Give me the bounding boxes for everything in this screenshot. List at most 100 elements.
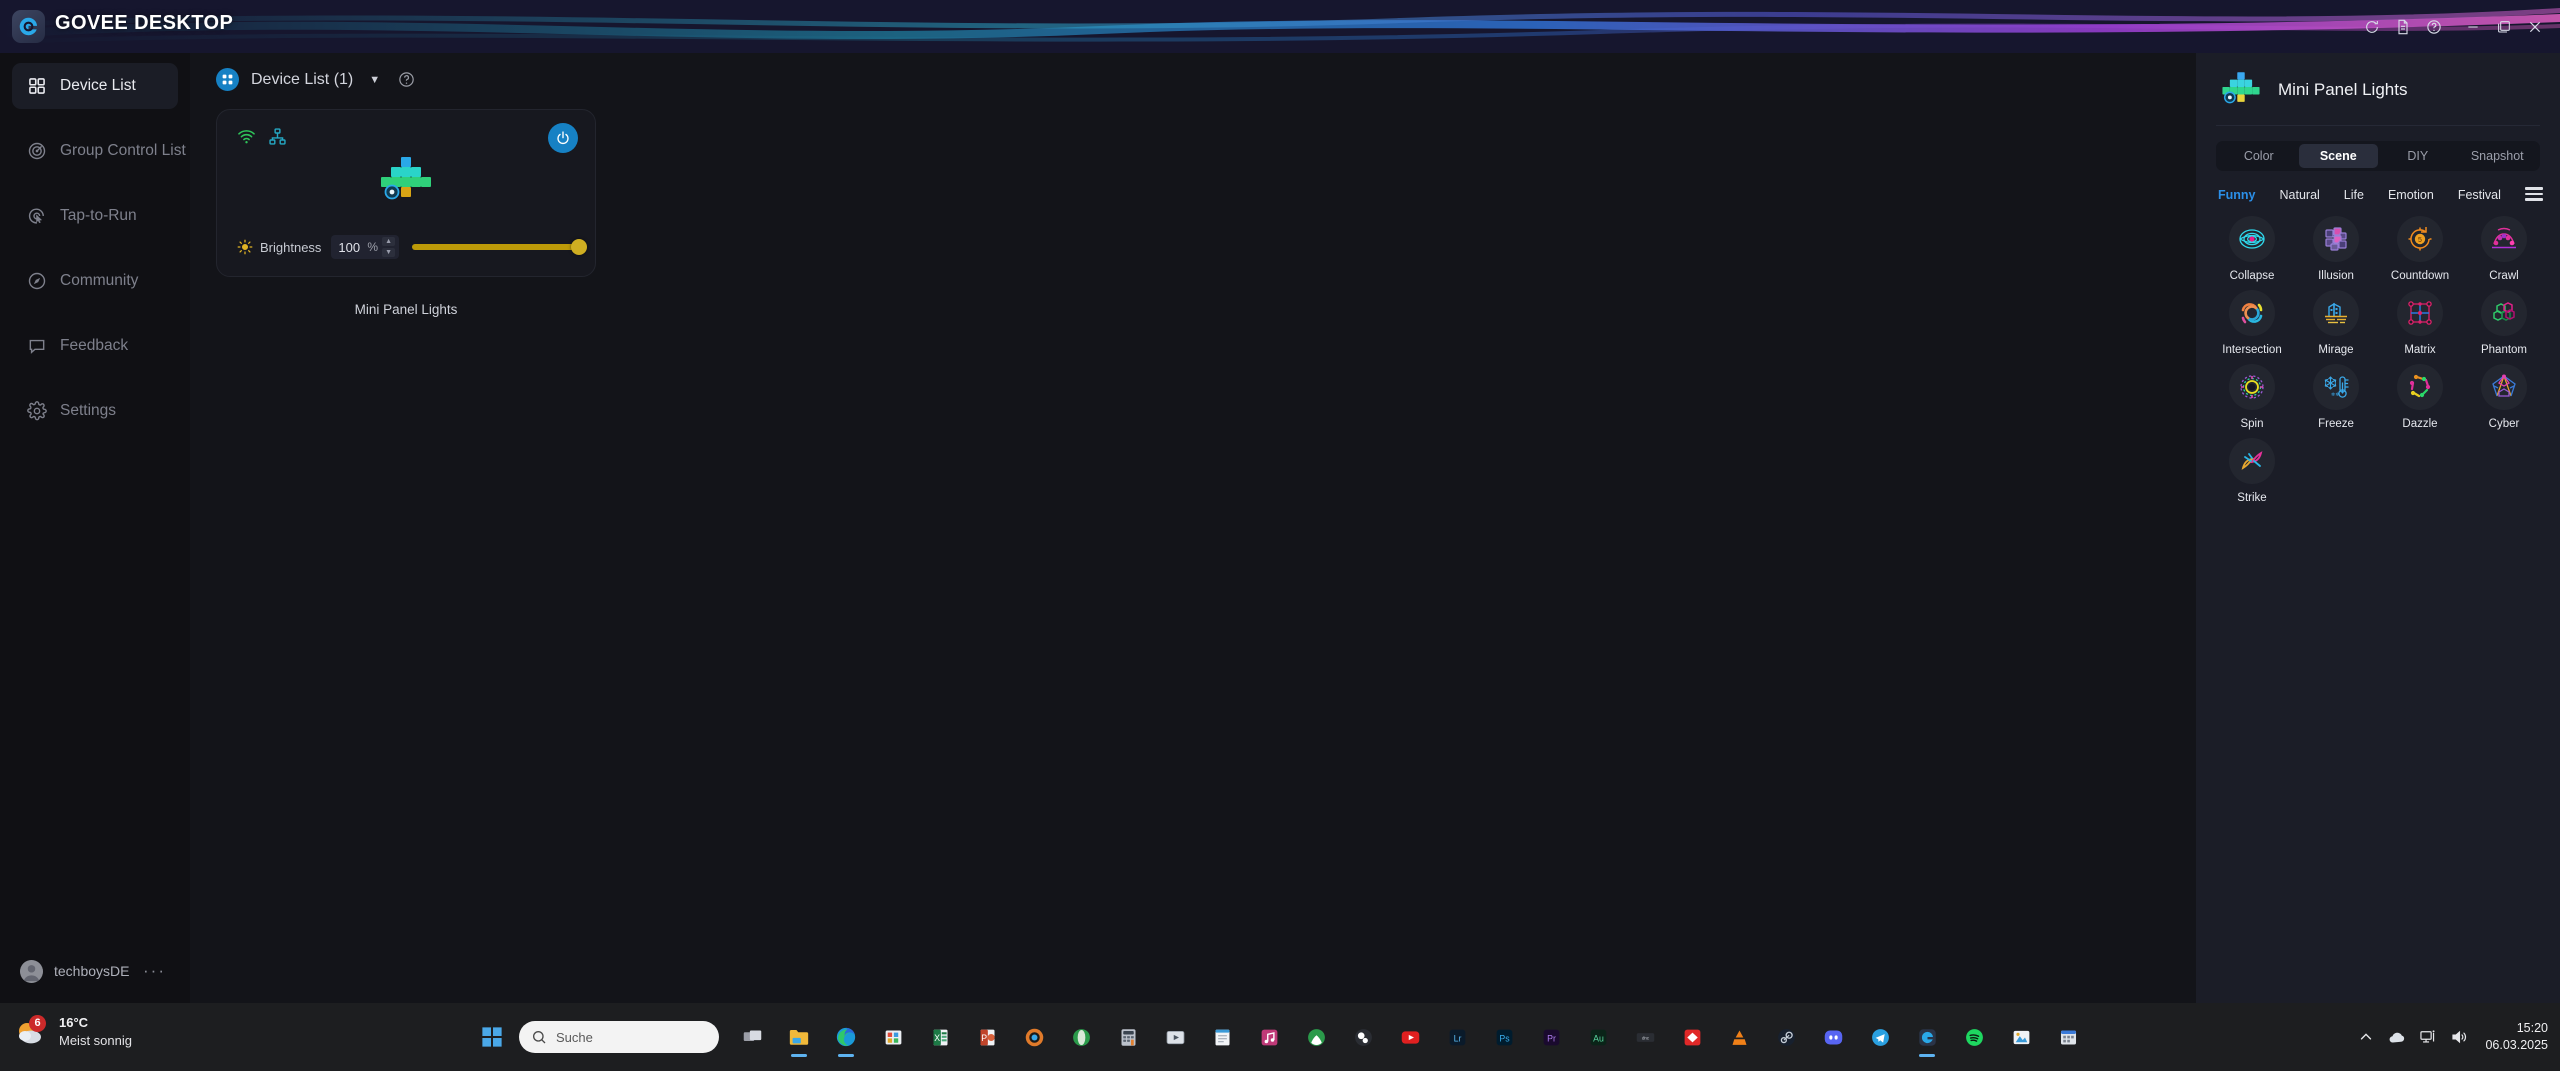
microsoft-store-icon — [885, 1030, 901, 1044]
scene-grid: Collapse Illusion 5 Countdown Crawl Inte… — [2196, 204, 2560, 504]
taskbar-app-file-explorer[interactable] — [779, 1015, 819, 1059]
taskbar-app-photoshop[interactable]: Ps — [1484, 1015, 1524, 1059]
taskbar-app-xbox[interactable] — [1296, 1015, 1336, 1059]
maximize-icon[interactable] — [2488, 7, 2519, 47]
stepper-up-icon[interactable]: ▲ — [382, 237, 396, 246]
tab-scene[interactable]: Scene — [2298, 144, 2378, 168]
category-emotion[interactable]: Emotion — [2388, 188, 2434, 202]
taskbar-app-opera[interactable] — [1061, 1015, 1101, 1059]
user-account[interactable]: techboysDE ··· — [12, 951, 178, 991]
microsoft-excel-icon: X — [933, 1029, 947, 1045]
category-natural[interactable]: Natural — [2280, 188, 2320, 202]
sidebar-item-community[interactable]: Community — [12, 258, 178, 304]
taskbar-app-microsoft-store[interactable] — [873, 1015, 913, 1059]
slider-knob[interactable] — [571, 239, 587, 255]
spotify-app-icon — [1965, 1028, 1983, 1046]
weather-icon: 6 — [14, 1014, 48, 1047]
tab-color[interactable]: Color — [2219, 144, 2299, 168]
taskbar-app-microsoft-edge[interactable] — [826, 1015, 866, 1059]
taskbar-app-task-view[interactable] — [732, 1015, 772, 1059]
scene-dazzle[interactable]: Dazzle — [2378, 363, 2462, 430]
taskbar-app-audition[interactable]: Au — [1578, 1015, 1618, 1059]
scene-label: Strike — [2237, 491, 2267, 504]
taskbar-app-camera[interactable] — [1014, 1015, 1054, 1059]
network-icon[interactable] — [2419, 1028, 2437, 1046]
taskbar-app-music[interactable] — [1249, 1015, 1289, 1059]
sidebar-item-label: Feedback — [60, 337, 129, 354]
user-avatar-icon — [20, 959, 43, 983]
scene-strike[interactable]: Strike — [2210, 437, 2294, 504]
taskbar-app-discord[interactable] — [1813, 1015, 1853, 1059]
sidebar-item-group-control-list[interactable]: Group Control List — [12, 128, 186, 174]
sidebar-item-settings[interactable]: Settings — [12, 388, 178, 434]
scene-label: Countdown — [2390, 269, 2450, 282]
search-input[interactable]: Suche — [519, 1021, 719, 1053]
collapse-icon — [2229, 215, 2275, 262]
scene-collapse[interactable]: Collapse — [2210, 215, 2294, 282]
scene-countdown[interactable]: 5 Countdown — [2378, 215, 2462, 282]
scene-freeze[interactable]: ❄❄ Freeze — [2294, 363, 2378, 430]
taskbar-app-notepad[interactable] — [1202, 1015, 1242, 1059]
tab-diy[interactable]: DIY — [2378, 144, 2458, 168]
taskbar-app-lightroom[interactable]: Lr — [1437, 1015, 1477, 1059]
scene-spin[interactable]: Spin — [2210, 363, 2294, 430]
taskbar-app-govee-desktop[interactable] — [1907, 1015, 1947, 1059]
onedrive-icon[interactable] — [2388, 1028, 2406, 1046]
taskbar-app-steam[interactable] — [1766, 1015, 1806, 1059]
taskbar-app-davinci-resolve[interactable]: dnc — [1625, 1015, 1665, 1059]
brightness-spinner[interactable]: ▲ ▼ — [382, 237, 396, 257]
close-icon[interactable] — [2519, 7, 2550, 47]
volume-icon[interactable] — [2450, 1028, 2468, 1046]
taskbar-app-video-editor[interactable] — [1155, 1015, 1195, 1059]
taskbar-app-microsoft-excel[interactable]: X — [920, 1015, 960, 1059]
taskbar-app-vlc[interactable] — [1719, 1015, 1759, 1059]
taskbar-app-telegram[interactable] — [1860, 1015, 1900, 1059]
weather-widget[interactable]: 6 16°C Meist sonnig — [14, 1014, 132, 1049]
taskbar-app-obs-studio[interactable] — [1343, 1015, 1383, 1059]
category-life[interactable]: Life — [2344, 188, 2364, 202]
category-funny[interactable]: Funny — [2218, 188, 2256, 202]
scene-mirage[interactable]: Mirage — [2294, 289, 2378, 356]
taskbar-app-anydesk[interactable] — [1672, 1015, 1712, 1059]
taskbar-app-calculator[interactable] — [1108, 1015, 1148, 1059]
log-icon[interactable] — [2387, 7, 2418, 47]
taskbar-app-microsoft-powerpoint[interactable]: P — [967, 1015, 1007, 1059]
device-card[interactable]: Mini Panel Lights Brightness 100 % ▲ ▼ — [216, 109, 596, 317]
scene-phantom[interactable]: Phantom — [2462, 289, 2546, 356]
taskbar-app-calendar[interactable] — [2048, 1015, 2088, 1059]
show-hidden-icons-icon[interactable] — [2357, 1028, 2375, 1046]
tab-snapshot[interactable]: Snapshot — [2458, 144, 2538, 168]
chevron-down-icon[interactable]: ▼ — [369, 74, 380, 86]
taskbar-app-photos[interactable] — [2001, 1015, 2041, 1059]
photos-app-icon — [2013, 1030, 2029, 1044]
user-more-button[interactable]: ··· — [143, 962, 178, 979]
refresh-icon[interactable] — [2356, 7, 2387, 47]
taskbar-app-youtube[interactable] — [1390, 1015, 1430, 1059]
taskbar-clock[interactable]: 15:20 06.03.2025 — [2485, 1020, 2548, 1054]
sidebar-item-feedback[interactable]: Feedback — [12, 323, 178, 369]
category-festival[interactable]: Festival — [2458, 188, 2501, 202]
scene-illusion[interactable]: Illusion — [2294, 215, 2378, 282]
scene-crawl[interactable]: Crawl — [2462, 215, 2546, 282]
question-circle-icon[interactable] — [398, 71, 415, 88]
sidebar-item-device-list[interactable]: Device List — [12, 63, 178, 109]
minimize-icon[interactable] — [2457, 7, 2488, 47]
device-power-button[interactable] — [548, 123, 578, 153]
taskbar-app-spotify[interactable] — [1954, 1015, 1994, 1059]
scene-matrix[interactable]: Matrix — [2378, 289, 2462, 356]
brightness-stepper[interactable]: 100 % ▲ ▼ — [331, 235, 400, 259]
brightness-value[interactable]: 100 — [338, 240, 362, 255]
user-name: techboysDE — [54, 963, 130, 979]
brightness-slider[interactable] — [412, 236, 587, 258]
hamburger-icon[interactable] — [2525, 187, 2543, 204]
taskbar-app-premiere-pro[interactable]: Pr — [1531, 1015, 1571, 1059]
sidebar-item-tap-to-run[interactable]: Tap-to-Run — [12, 193, 178, 239]
stepper-down-icon[interactable]: ▼ — [382, 248, 396, 257]
windows-start-icon[interactable] — [472, 1017, 512, 1057]
slider-fill — [412, 244, 579, 250]
svg-text:Au: Au — [1593, 1033, 1604, 1043]
help-icon[interactable] — [2418, 7, 2449, 47]
scene-label: Spin — [2240, 417, 2264, 430]
scene-cyber[interactable]: Cyber — [2462, 363, 2546, 430]
scene-intersection[interactable]: Intersection — [2210, 289, 2294, 356]
